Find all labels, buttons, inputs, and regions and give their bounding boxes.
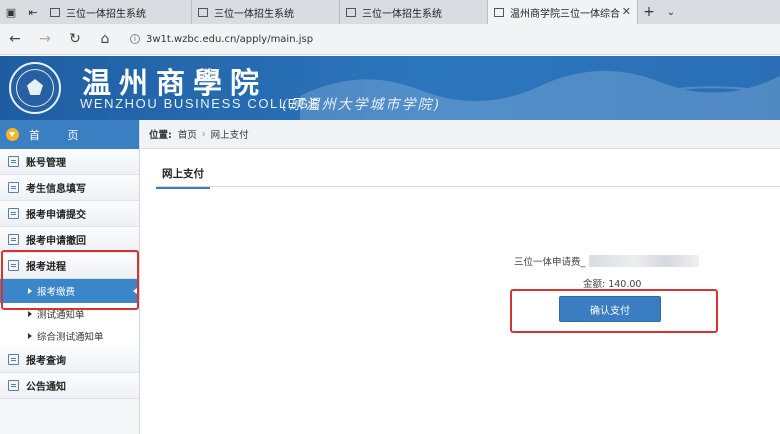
college-logo-icon [9,62,61,114]
sidebar-item-progress[interactable]: 报考进程 [0,253,139,279]
tab-back-icon[interactable]: ⇤ [22,0,44,24]
browser-tab-label: 温州商学院三位一体综合 [510,8,620,20]
sidebar-subitem-label: 测试通知单 [37,310,85,321]
browser-tab-label: 三位一体招生系统 [66,8,146,20]
caret-left-icon [133,288,137,294]
sidebar: 首 页 账号管理 考生信息填写 报考申请提交 报考申请撤回 报考进程 报考缴费 … [0,120,140,434]
browser-tab-strip: ▣ ⇤ 三位一体招生系统 三位一体招生系统 三位一体招生系统 温州商学院三位一体… [0,0,780,24]
browser-tab[interactable]: 三位一体招生系统 [44,0,192,24]
close-icon[interactable]: ✕ [622,5,631,18]
sidebar-subitem-payment[interactable]: 报考缴费 [0,279,139,303]
browser-tab-active[interactable]: 温州商学院三位一体综合 ✕ [488,0,638,24]
info-icon[interactable]: i [130,34,140,44]
sidebar-home-label: 首 页 [29,128,91,142]
breadcrumb-current: 网上支付 [210,130,249,141]
sidebar-item-label: 报考申请撤回 [26,236,86,247]
sidebar-item-query[interactable]: 报考查询 [0,347,139,373]
redacted-name [589,255,700,267]
sidebar-item-label: 公告通知 [26,382,66,393]
page-icon [198,7,208,17]
page-icon [50,7,60,17]
sidebar-item-info[interactable]: 考生信息填写 [0,175,139,201]
college-subtitle: (原温州大学城市学院) [282,97,441,113]
fee-label: 三位一体申请费_ [514,257,586,268]
payment-amount: 金额: 140.00 [583,279,642,290]
url-field[interactable]: i 3w1t.wzbc.edu.cn/apply/main.jsp [130,29,772,49]
browser-tab[interactable]: 三位一体招生系统 [340,0,488,24]
browser-tab-label: 三位一体招生系统 [214,8,294,20]
arrow-right-icon [28,311,32,317]
sidebar-subitem-comprehensive-notice[interactable]: 综合测试通知单 [0,325,139,347]
edit-icon [8,182,19,193]
breadcrumb-separator-icon: › [201,128,206,140]
address-bar: ← → ↻ ⌂ i 3w1t.wzbc.edu.cn/apply/main.js… [0,24,780,55]
breadcrumb-home-link[interactable]: 首页 [178,127,197,141]
url-text: 3w1t.wzbc.edu.cn/apply/main.jsp [146,33,314,45]
home-chevron-icon [6,128,19,141]
calendar-icon [8,208,19,219]
back-arrow-icon[interactable]: ← [0,24,30,54]
sidebar-item-label: 账号管理 [26,158,66,169]
browser-tab-label: 三位一体招生系统 [362,8,442,20]
breadcrumb: 位置: 首页 › 网上支付 [141,120,780,149]
panel-divider [156,186,780,187]
forward-arrow-icon[interactable]: → [30,24,60,54]
sidebar-item-label: 报考申请提交 [26,210,86,221]
home-icon[interactable]: ⌂ [90,24,120,54]
sidebar-subitem-label: 综合测试通知单 [37,332,104,343]
page-icon [346,7,356,17]
page-icon [494,7,504,17]
tab-overview-icon[interactable]: ▣ [0,0,22,24]
site-banner: 温州商學院 WENZHOU BUSINESS COLLEGE (原温州大学城市学… [0,56,780,120]
chevron-down-icon[interactable]: ⌄ [660,0,682,24]
fee-description: 三位一体申请费_ [514,254,700,268]
sidebar-item-label: 报考进程 [26,262,66,273]
sidebar-subitem-test-notice[interactable]: 测试通知单 [0,303,139,325]
list-icon [8,354,19,365]
sidebar-item-label: 考生信息填写 [26,184,86,195]
message-icon [8,380,19,391]
arrow-right-icon [28,288,32,294]
list-icon [8,260,19,271]
sidebar-item-label: 报考查询 [26,356,66,367]
refresh-icon[interactable]: ↻ [60,24,90,54]
new-tab-plus-icon[interactable]: + [638,0,660,24]
sidebar-subitem-label: 报考缴费 [37,287,76,298]
confirm-payment-button[interactable]: 确认支付 [559,296,661,322]
sidebar-item-notices[interactable]: 公告通知 [0,373,139,399]
arrow-right-icon [28,333,32,339]
calendar-icon [8,234,19,245]
browser-tab[interactable]: 三位一体招生系统 [192,0,340,24]
sidebar-item-account[interactable]: 账号管理 [0,149,139,175]
list-icon [8,156,19,167]
sidebar-home[interactable]: 首 页 [0,120,139,149]
breadcrumb-prefix: 位置: [149,130,172,141]
sidebar-item-submit[interactable]: 报考申请提交 [0,201,139,227]
sidebar-item-withdraw[interactable]: 报考申请撤回 [0,227,139,253]
